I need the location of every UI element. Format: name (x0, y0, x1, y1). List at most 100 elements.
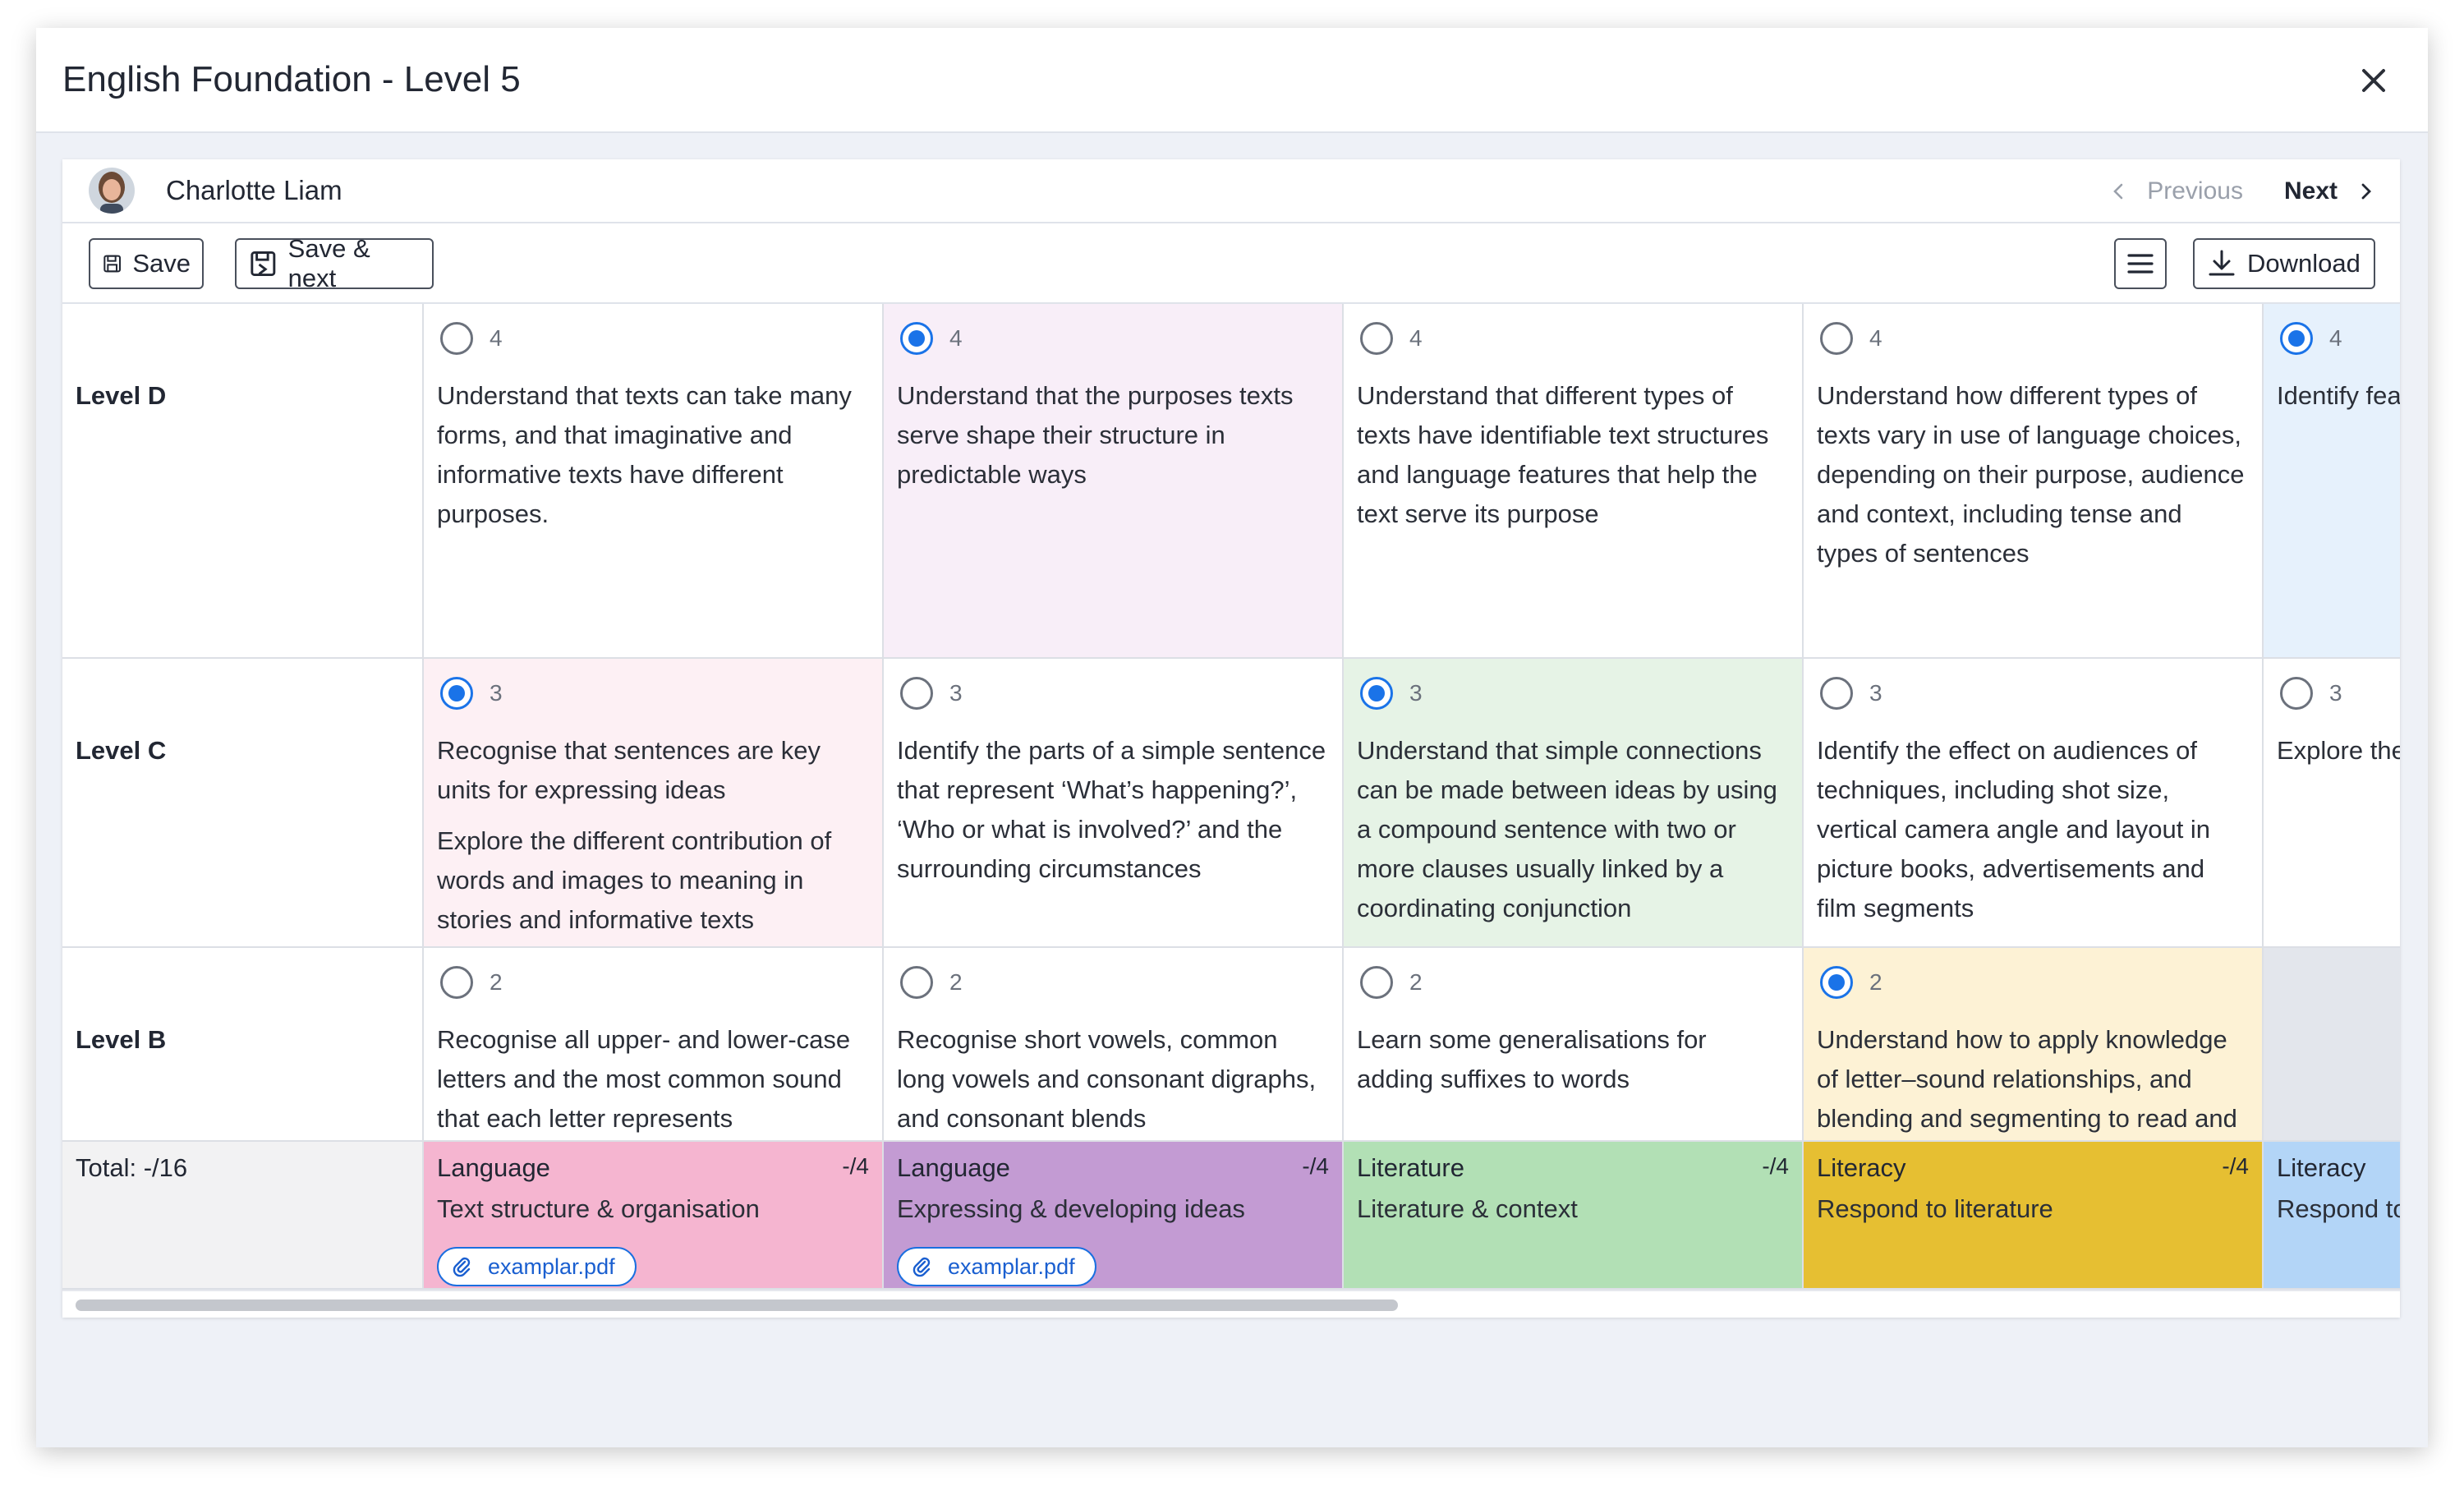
criterion-cell[interactable]: 2 Learn some generalisations for adding s… (1344, 948, 1804, 1142)
criterion-cell[interactable]: 4 Understand that different types of text… (1344, 304, 1804, 659)
criterion-option[interactable]: 3 (440, 677, 503, 710)
criterion-option[interactable]: 3 (900, 677, 963, 710)
radio-button[interactable] (1360, 677, 1393, 710)
radio-button[interactable] (2280, 322, 2313, 355)
strand-name: Language (897, 1153, 1010, 1182)
criterion-option[interactable]: 2 (900, 966, 963, 999)
criterion-option[interactable]: 3 (1820, 677, 1882, 710)
criterion-cell[interactable]: 2 Understand how to apply knowledge of le… (1804, 948, 2264, 1142)
close-button[interactable] (2357, 64, 2390, 97)
menu-button[interactable] (2114, 238, 2167, 289)
criterion-option[interactable]: 4 (1360, 322, 1423, 355)
level-label: Level D (76, 381, 167, 410)
strand-cell: Language -/4 Expressing & developing ideas… (884, 1142, 1344, 1290)
strand-header: Language -/4 (884, 1142, 1342, 1183)
level-label-cell: Level D (62, 304, 424, 659)
criterion-cell[interactable]: 3 Explore the framing an elements in comp… (2264, 659, 2400, 948)
criterion-option[interactable]: 3 (2280, 677, 2342, 710)
modal-header: English Foundation - Level 5 (36, 28, 2428, 133)
strand-mark: -/4 (1762, 1153, 1789, 1179)
criterion-description: Understand that texts can take many form… (437, 376, 867, 534)
criterion-score: 2 (490, 969, 503, 995)
strand-subtitle: Literature & context (1357, 1194, 1578, 1223)
attachment-name: examplar.pdf (948, 1254, 1075, 1279)
criterion-description: Learn some generalisations for adding su… (1357, 1020, 1787, 1099)
radio-button[interactable] (900, 322, 933, 355)
criterion-cell[interactable]: 3 Identify the effect on audiences of tec… (1804, 659, 2264, 948)
level-label: Level B (76, 1025, 167, 1054)
radio-button[interactable] (1820, 966, 1853, 999)
criterion-text: Understand that texts can take many form… (437, 381, 852, 528)
attachment-chip[interactable]: examplar.pdf (437, 1247, 637, 1286)
criterion-option[interactable]: 3 (1360, 677, 1423, 710)
save-button[interactable]: Save (89, 238, 204, 289)
student-name: Charlotte Liam (166, 175, 342, 205)
strand-name: Language (437, 1153, 550, 1182)
criterion-cell[interactable]: 3 Understand that simple connections can … (1344, 659, 1804, 948)
close-icon (2362, 69, 2385, 92)
download-label: Download (2247, 249, 2361, 278)
radio-button[interactable] (1360, 966, 1393, 999)
criterion-description: Understand how to apply knowledge of let… (1817, 1020, 2247, 1138)
criterion-option[interactable]: 4 (900, 322, 963, 355)
criterion-option[interactable]: 2 (440, 966, 503, 999)
radio-button[interactable] (1820, 322, 1853, 355)
criterion-score: 3 (490, 680, 503, 706)
criterion-text: Learn some generalisations for adding su… (1357, 1025, 1707, 1093)
toolbar: Save Save & next Download (62, 223, 2400, 304)
radio-button[interactable] (440, 322, 473, 355)
criterion-cell[interactable]: 3 Identify the parts of a simple sentence… (884, 659, 1344, 948)
radio-button[interactable] (440, 677, 473, 710)
strand-header: Literacy (2264, 1142, 2400, 1183)
strand-header: Literacy -/4 (1804, 1142, 2262, 1183)
criterion-text: Recognise that sentences are key units f… (437, 736, 821, 804)
rubric-card: Charlotte Liam Previous Next Save Save &… (62, 159, 2400, 1318)
radio-button[interactable] (1820, 677, 1853, 710)
strand-cell: Literacy -/4 Respond to literature (1804, 1142, 2264, 1290)
criterion-text: Identify the effect on audiences of tech… (1817, 736, 2211, 922)
criterion-score: 2 (1869, 969, 1882, 995)
criterion-cell[interactable]: 4 Understand how different types of texts… (1804, 304, 2264, 659)
criterion-option[interactable]: 4 (440, 322, 503, 355)
criterion-text: Explore the framing an elements in compo… (2277, 736, 2400, 765)
criterion-score: 2 (949, 969, 963, 995)
next-button[interactable]: Next (2284, 177, 2375, 205)
attachment-chip[interactable]: examplar.pdf (897, 1247, 1096, 1286)
paperclip-icon (913, 1257, 931, 1277)
criterion-description: Recognise all upper- and lower-case lett… (437, 1020, 867, 1138)
scrollbar-thumb[interactable] (76, 1300, 1398, 1311)
criterion-cell[interactable]: 2 Recognise short vowels, common long vow… (884, 948, 1344, 1142)
strand-subtitle: Respond to literature (1817, 1194, 2053, 1223)
previous-button[interactable]: Previous (2109, 177, 2243, 205)
avatar (89, 168, 135, 214)
criterion-description: Identify the parts of a simple sentence … (897, 731, 1327, 889)
criterion-option[interactable]: 4 (2280, 322, 2342, 355)
download-button[interactable]: Download (2193, 238, 2375, 289)
radio-button[interactable] (900, 677, 933, 710)
criterion-description: Identify the effect on audiences of tech… (1817, 731, 2247, 928)
level-label-cell: Level C (62, 659, 424, 948)
criterion-option[interactable]: 2 (1820, 966, 1882, 999)
criterion-option[interactable]: 4 (1820, 322, 1882, 355)
radio-button[interactable] (2280, 677, 2313, 710)
criterion-cell[interactable]: 4 Understand that the purposes texts serv… (884, 304, 1344, 659)
criterion-score: 4 (1869, 325, 1882, 351)
save-and-next-button[interactable]: Save & next (235, 234, 434, 292)
criterion-cell[interactable]: 3 Recognise that sentences are key units … (424, 659, 884, 948)
strand-mark: -/4 (2222, 1153, 2249, 1179)
radio-button[interactable] (1360, 322, 1393, 355)
previous-label: Previous (2147, 177, 2243, 205)
rubric-grid: Level D 4 Understand that texts can take m… (62, 304, 2400, 1290)
level-label: Level C (76, 736, 167, 765)
criterion-cell[interactable]: 2 Recognise all upper- and lower-case let… (424, 948, 884, 1142)
criterion-description: Identify fea informative meet the pu und… (2277, 376, 2400, 416)
next-label: Next (2283, 177, 2338, 205)
criterion-option[interactable]: 2 (1360, 966, 1423, 999)
criterion-score: 3 (949, 680, 963, 706)
criterion-cell[interactable]: 4 Identify fea informative meet the pu un… (2264, 304, 2400, 659)
criterion-cell[interactable]: 4 Understand that texts can take many for… (424, 304, 884, 659)
radio-button[interactable] (440, 966, 473, 999)
criterion-score: 3 (1409, 680, 1423, 706)
radio-button[interactable] (900, 966, 933, 999)
horizontal-scrollbar[interactable] (62, 1290, 2400, 1318)
